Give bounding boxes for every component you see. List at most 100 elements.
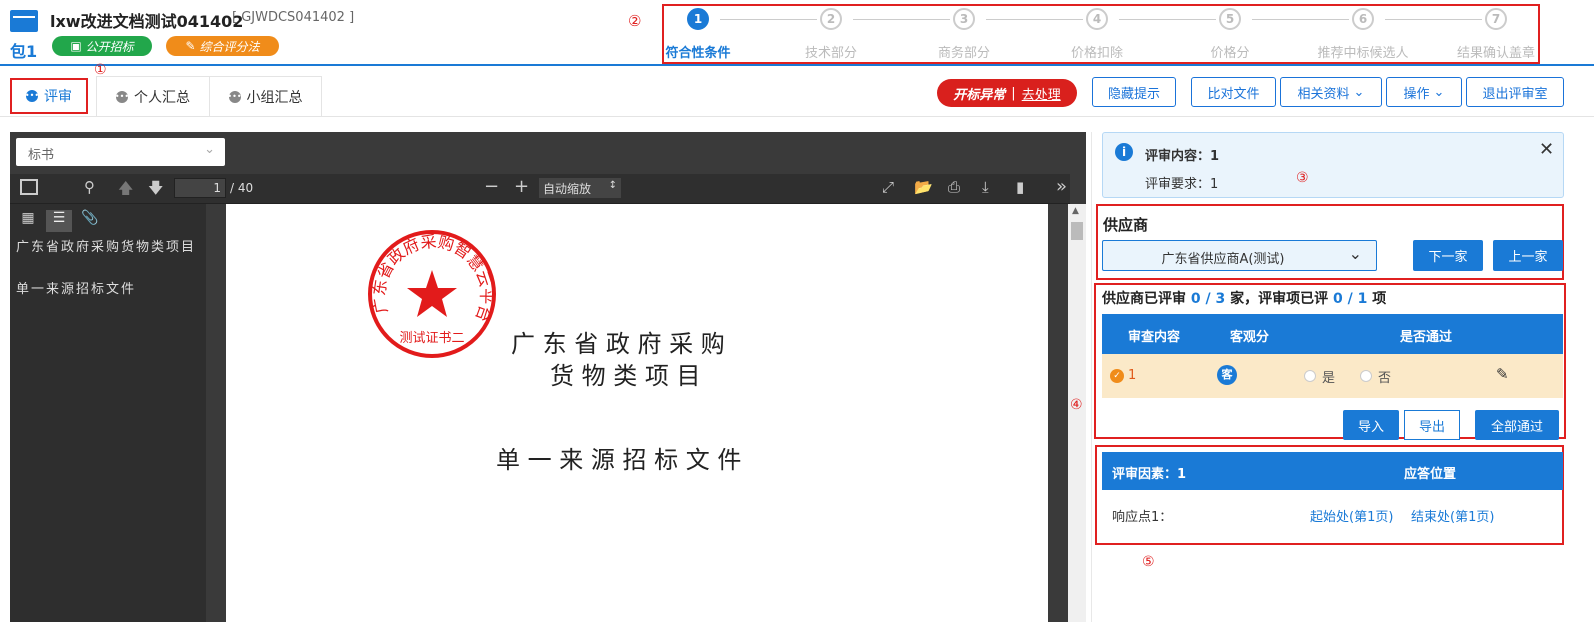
print-icon[interactable]: ⎙ xyxy=(948,178,960,196)
step-5-label[interactable]: 价格分 xyxy=(1175,42,1285,61)
chevron-down-icon: ⌄ xyxy=(1433,84,1445,100)
pass-no-radio[interactable] xyxy=(1360,370,1372,382)
pdf-scrollbar[interactable]: ▲ xyxy=(1068,204,1086,622)
annotation-5: ⑤ xyxy=(1142,554,1155,570)
bid-exception-alert[interactable]: 开标异常 | 去处理 xyxy=(937,79,1077,107)
factors-header: 评审因素：1 应答位置 xyxy=(1102,452,1563,490)
step-7-circle[interactable]: 7 xyxy=(1485,8,1507,30)
official-seal-stamp: 广东省政府采购智慧云平台 测试证书二 xyxy=(368,230,496,358)
zoom-select[interactable]: 自动缩放 ↕ xyxy=(539,178,621,198)
tabs-bar xyxy=(0,116,1594,117)
go-handle-link[interactable]: 去处理 xyxy=(1022,84,1061,103)
close-icon[interactable]: ✕ xyxy=(1539,139,1554,160)
document-title-line2: 货 物 类 项 目 xyxy=(550,362,701,390)
review-info-box: i 评审内容：1 评审要求：1 ✕ xyxy=(1102,132,1564,198)
zoom-out-icon[interactable]: − xyxy=(484,176,499,197)
review-requirement-label: 评审要求：1 xyxy=(1145,177,1219,192)
step-4-circle[interactable]: 4 xyxy=(1086,8,1108,30)
header: lxw改进文档测试041402 [ GJWDCS041402 ] 包1 ▣ 公开招… xyxy=(0,0,1594,66)
next-page-icon[interactable]: 🡇 xyxy=(148,178,163,203)
exit-review-room-button[interactable]: 退出评审室 xyxy=(1466,77,1564,107)
supplier-select[interactable]: 广东省供应商A(测试) ⌄ xyxy=(1102,240,1377,271)
more-dots-icon: ••• xyxy=(227,90,242,103)
step-6-circle[interactable]: 6 xyxy=(1352,8,1374,30)
sidebar-toggle-icon[interactable] xyxy=(20,179,38,195)
operations-button[interactable]: 操作 ⌄ xyxy=(1386,77,1462,107)
chevron-down-icon: ⌄ xyxy=(1353,84,1365,100)
pdf-page: 广东省政府采购智慧云平台 测试证书二 广 东 省 政 府 采 购 货 物 类 项… xyxy=(226,204,1048,622)
basket-icon: ▣ xyxy=(70,39,82,53)
badge-open-tender: ▣ 公开招标 xyxy=(52,36,152,56)
related-docs-button[interactable]: 相关资料 ⌄ xyxy=(1280,77,1382,107)
step-1-label[interactable]: 符合性条件 xyxy=(643,42,753,61)
end-position-link[interactable]: 结束处(第1页) xyxy=(1411,506,1494,525)
right-panel-divider xyxy=(1091,132,1092,622)
step-4-label[interactable]: 价格扣除 xyxy=(1042,42,1152,61)
more-dots-icon: ••• xyxy=(24,90,40,102)
step-3-label[interactable]: 商务部分 xyxy=(909,42,1019,61)
export-button[interactable]: 导出 xyxy=(1404,410,1460,440)
annotation-2: ② xyxy=(628,12,642,30)
import-button[interactable]: 导入 xyxy=(1343,410,1399,440)
pdf-viewer: 标书 ⌄ ⚲ 🡅 🡇 1 / 40 − + 自动缩放 ↕ ⤢ 📂 ⎙ ⤓ ▮ » … xyxy=(10,132,1086,622)
package-label: 包1 xyxy=(10,42,38,61)
download-icon[interactable]: ⤓ xyxy=(982,178,989,196)
step-6-label[interactable]: 推荐中标候选人 xyxy=(1308,42,1418,61)
seal-bottom-text: 测试证书二 xyxy=(399,331,464,346)
scroll-thumb[interactable] xyxy=(1071,222,1083,240)
chevron-down-icon: ⌄ xyxy=(204,142,215,157)
search-icon[interactable]: ⚲ xyxy=(84,178,95,196)
step-2-label[interactable]: 技术部分 xyxy=(776,42,886,61)
updown-icon: ↕ xyxy=(608,180,617,191)
page-total: / 40 xyxy=(230,181,254,195)
tab-group-summary[interactable]: ••• 小组汇总 xyxy=(209,76,322,116)
more-dots-icon: ••• xyxy=(114,90,130,103)
outline-item[interactable]: 广东省政府采购货物类项目 xyxy=(16,240,201,256)
review-content-label: 评审内容：1 xyxy=(1145,149,1220,164)
edit-icon[interactable]: ✎ xyxy=(1496,365,1509,383)
outline-item[interactable]: 单一来源招标文件 xyxy=(16,278,201,297)
thumbnails-view-icon[interactable]: ▦ xyxy=(16,210,40,232)
table-row[interactable]: ✓ 1 客 是 否 ✎ xyxy=(1102,354,1563,398)
pass-all-button[interactable]: 全部通过 xyxy=(1475,410,1559,440)
doc-select[interactable]: 标书 ⌄ xyxy=(16,138,225,166)
step-5-circle[interactable]: 5 xyxy=(1219,8,1241,30)
folder-icon xyxy=(10,10,38,32)
tools-more-icon[interactable]: » xyxy=(1056,176,1067,197)
attachments-view-icon[interactable]: 📎 xyxy=(78,210,102,232)
info-icon: i xyxy=(1115,143,1133,161)
badge-scoring-method: ✎ 综合评分法 xyxy=(166,36,279,56)
bookmark-icon[interactable]: ▮ xyxy=(1016,178,1024,196)
fullscreen-icon[interactable]: ⤢ xyxy=(882,178,894,196)
zoom-in-icon[interactable]: + xyxy=(514,176,529,197)
supplier-heading: 供应商 xyxy=(1103,216,1149,234)
outline-view-icon[interactable]: ☰ xyxy=(46,210,72,232)
project-title: lxw改进文档测试041402 xyxy=(50,12,244,31)
tab-personal-summary[interactable]: ••• 个人汇总 xyxy=(96,76,210,116)
chevron-down-icon: ⌄ xyxy=(1348,244,1362,263)
pencil-icon: ✎ xyxy=(185,39,196,53)
tab-review[interactable]: ••• 评审 xyxy=(10,78,88,114)
project-code: [ GJWDCS041402 ] xyxy=(232,10,355,25)
outline-sidebar: ▦ ☰ 📎 广东省政府采购货物类项目 单一来源招标文件 xyxy=(10,204,206,622)
objective-badge: 客 xyxy=(1217,365,1237,385)
step-2-circle[interactable]: 2 xyxy=(820,8,842,30)
step-3-circle[interactable]: 3 xyxy=(953,8,975,30)
step-1-circle[interactable]: 1 xyxy=(687,8,709,30)
review-table-header: 审查内容 客观分 是否通过 xyxy=(1102,314,1563,354)
response-point-label: 响应点1： xyxy=(1112,510,1173,525)
page-number-input[interactable]: 1 xyxy=(174,178,226,198)
scroll-up-icon[interactable]: ▲ xyxy=(1072,206,1079,216)
start-position-link[interactable]: 起始处(第1页) xyxy=(1310,506,1393,525)
open-file-icon[interactable]: 📂 xyxy=(914,178,933,196)
next-supplier-button[interactable]: 下一家 xyxy=(1413,240,1483,271)
pass-yes-radio[interactable] xyxy=(1304,370,1316,382)
check-circle-icon: ✓ xyxy=(1110,369,1124,383)
previous-page-icon[interactable]: 🡅 xyxy=(118,178,133,203)
review-progress: 供应商已评审 0 / 3 家，评审项已评 0 / 1 项 xyxy=(1102,291,1387,307)
hide-tips-button[interactable]: 隐藏提示 xyxy=(1092,77,1176,107)
previous-supplier-button[interactable]: 上一家 xyxy=(1493,240,1563,271)
annotation-3: ③ xyxy=(1296,170,1309,186)
compare-files-button[interactable]: 比对文件 xyxy=(1191,77,1276,107)
step-7-label[interactable]: 结果确认盖章 xyxy=(1441,42,1551,61)
